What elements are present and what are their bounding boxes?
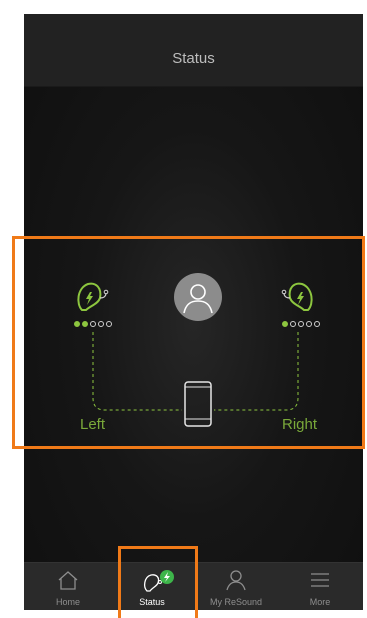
menu-icon: [311, 573, 329, 587]
hearing-aid-icon: [77, 282, 109, 311]
hearing-aid-status-icon: [144, 570, 174, 592]
left-hearing-aid[interactable]: [74, 276, 110, 324]
smartphone-icon: [184, 381, 212, 427]
battery-dot: [298, 321, 304, 327]
user-avatar-icon: [183, 284, 213, 314]
battery-dot: [314, 321, 320, 327]
tab-more-label: More: [309, 597, 331, 607]
tab-my-resound-label: My ReSound: [209, 597, 263, 607]
person-icon: [226, 570, 246, 591]
battery-dot: [282, 321, 288, 327]
right-hearing-aid[interactable]: [280, 276, 316, 324]
phone-device[interactable]: [184, 381, 212, 427]
tab-status-label: Status: [139, 597, 165, 607]
tab-home-label: Home: [55, 597, 80, 607]
tab-status[interactable]: Status: [110, 563, 194, 610]
battery-dot: [306, 321, 312, 327]
right-label: Right: [282, 416, 318, 433]
battery-dot: [90, 321, 96, 327]
battery-dot: [74, 321, 80, 327]
left-battery-indicator: [74, 321, 112, 327]
battery-dot: [82, 321, 88, 327]
left-label: Left: [80, 416, 106, 433]
tab-bar: Home Status My ReSound More: [24, 562, 363, 610]
tab-more[interactable]: More: [278, 563, 362, 610]
user-avatar[interactable]: [174, 273, 222, 321]
tab-my-resound[interactable]: My ReSound: [194, 563, 278, 610]
battery-dot: [98, 321, 104, 327]
home-icon: [58, 571, 78, 590]
battery-dot: [106, 321, 112, 327]
right-battery-indicator: [282, 321, 320, 327]
battery-dot: [290, 321, 296, 327]
hearing-aid-icon: [281, 282, 313, 311]
app-screen: Status Left Right Home Status My ReSound…: [24, 14, 363, 610]
tab-home[interactable]: Home: [26, 563, 110, 610]
